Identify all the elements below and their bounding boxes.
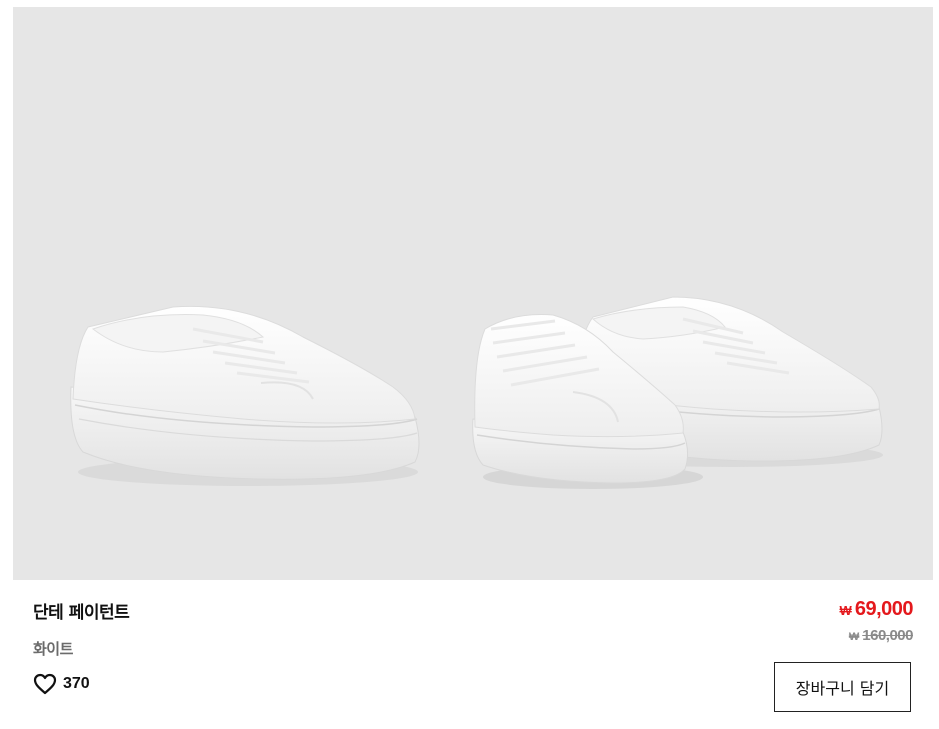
sale-price: ₩ 69,000 [839,598,914,621]
product-card: 단테 페이턴트 화이트 370 ₩ 69,000 ₩ 160,000 장바구니 … [0,0,939,729]
original-price-currency: ₩ [848,631,860,643]
left-shoe [70,305,420,486]
shoe-illustration [70,296,883,489]
product-color: 화이트 [33,640,73,658]
product-image[interactable] [13,7,933,580]
sale-price-currency: ₩ [839,603,852,618]
add-to-cart-button[interactable]: 장바구니 담기 [774,662,911,712]
product-name[interactable]: 단테 페이턴트 [33,598,130,623]
sale-price-amount: 69,000 [854,598,914,620]
like-button[interactable]: 370 [33,672,90,696]
original-price: ₩ 160,000 [848,627,914,644]
heart-icon[interactable] [33,673,57,695]
original-price-amount: 160,000 [862,627,913,644]
like-count: 370 [63,675,90,692]
